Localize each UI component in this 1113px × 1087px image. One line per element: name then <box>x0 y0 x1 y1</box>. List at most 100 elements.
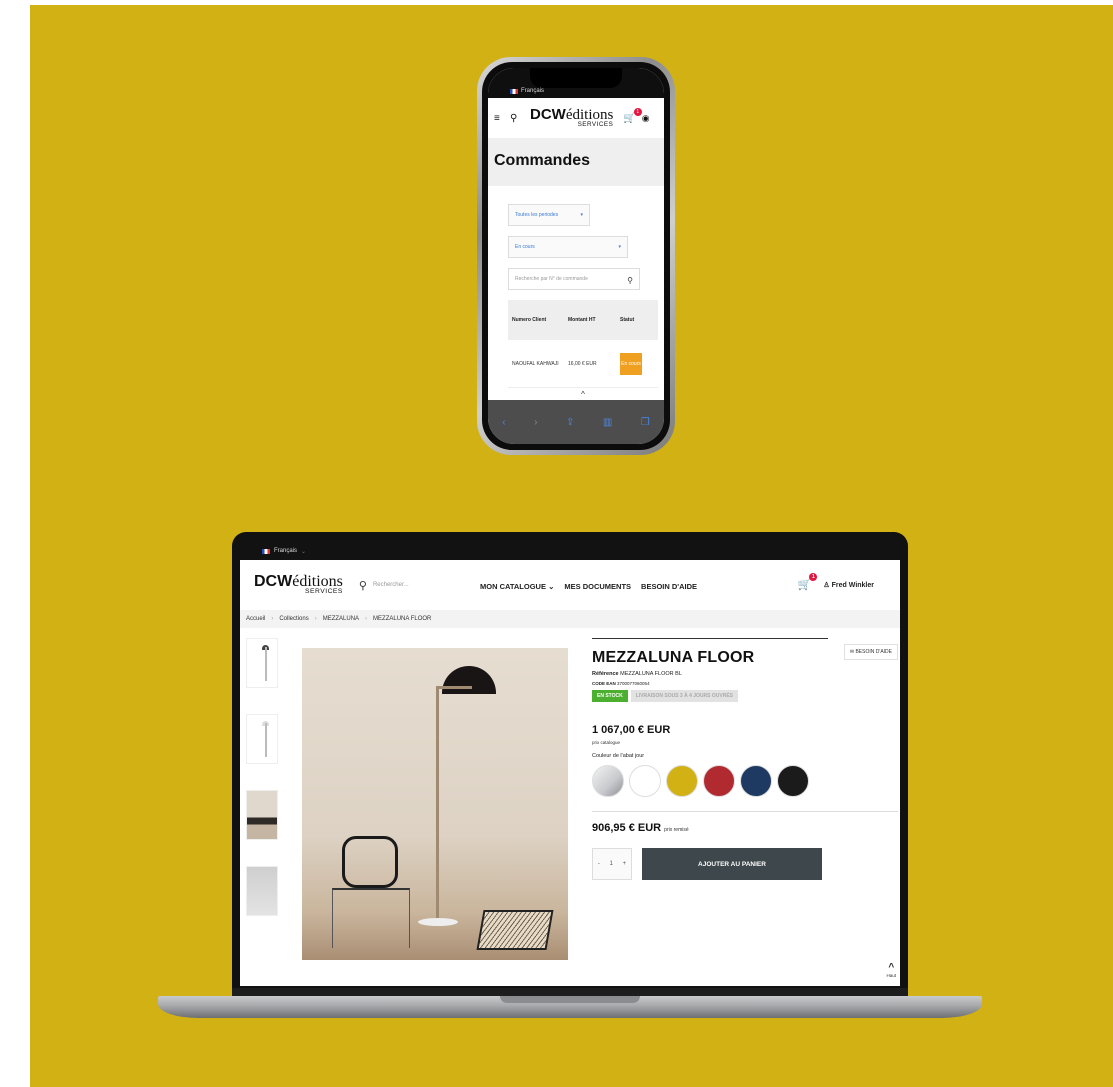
chevron-up-icon: ^ <box>581 390 585 399</box>
lamp-pole-icon <box>265 647 267 681</box>
product-ean: CODE EAN 3700077060054 <box>592 681 898 686</box>
back-to-top-button[interactable]: ^ Haut <box>886 962 896 978</box>
laptop-notch <box>500 996 640 1003</box>
search-placeholder: Rechercher... <box>372 582 409 588</box>
plus-icon[interactable]: + <box>623 861 627 867</box>
bookmarks-icon[interactable]: ▥ <box>603 417 612 428</box>
product-reference: Référence MEZZALUNA FLOOR BL <box>592 671 898 677</box>
color-swatch-yellow[interactable] <box>666 765 698 797</box>
search-placeholder: Recherche par N° de commande <box>515 276 588 282</box>
delivery-badge: LIVRAISON SOUS 3 À 4 JOURS OUVRÉS <box>630 690 738 702</box>
forward-arrow-icon[interactable]: › <box>534 417 537 428</box>
net-price: 906,95 € EUR prix remisé <box>592 822 898 834</box>
cart-icon[interactable]: 🛒 1 <box>798 573 818 591</box>
add-to-cart-button[interactable]: AJOUTER AU PANIER <box>642 848 822 880</box>
header-actions: 🛒 1 ♙ Fred Winkler <box>798 573 874 591</box>
phone-header: ≡ ⚲ DCWéditions SERVICES 🛒 1 ◉ <box>488 98 664 138</box>
french-flag-icon <box>510 88 518 94</box>
catalogue-price: 1 067,00 € EUR <box>592 724 671 736</box>
back-arrow-icon[interactable]: ‹ <box>502 417 505 428</box>
availability-tags: EN STOCK LIVRAISON SOUS 3 À 4 JOURS OUVR… <box>592 690 898 702</box>
breadcrumb-current: MEZZALUNA FLOOR <box>373 616 432 622</box>
phone-status-bar: Français <box>488 68 664 98</box>
breadcrumb-collections[interactable]: Collections <box>279 616 308 622</box>
laptop-device: Français ⌄ DCWéditions SERVICES ⚲ Recher… <box>232 532 908 996</box>
search-icon[interactable]: ⚲ <box>627 276 633 285</box>
page-title-bar: Commandes <box>488 138 664 186</box>
title-rule <box>592 638 828 639</box>
status-badge: En cours <box>620 352 642 375</box>
chair-frame <box>332 888 410 948</box>
ean-value: 3700077060054 <box>617 681 650 686</box>
phone-notch <box>530 68 622 88</box>
site-logo[interactable]: DCWéditions SERVICES <box>254 574 343 596</box>
nav-help[interactable]: BESOIN D'AIDE <box>641 582 697 591</box>
orders-body: Toutes les periodes ▾ En cours ▾ Recherc… <box>488 186 664 404</box>
net-price-note: prix remisé <box>664 827 689 833</box>
status-filter[interactable]: En cours ▾ <box>508 236 628 258</box>
laptop-screen: Français ⌄ DCWéditions SERVICES ⚲ Recher… <box>240 542 900 986</box>
breadcrumb-home[interactable]: Accueil <box>246 616 265 622</box>
catalogue-price-note: prix catalogue <box>592 740 621 745</box>
tabs-icon[interactable]: ❐ <box>641 417 650 428</box>
site-header: DCWéditions SERVICES ⚲ Rechercher... MON… <box>240 560 900 610</box>
chevron-down-icon: ▾ <box>580 212 583 218</box>
product-thumbnail[interactable] <box>246 866 278 916</box>
color-swatch-red[interactable] <box>703 765 735 797</box>
language-selector[interactable]: Français <box>274 548 297 554</box>
cell-client: NAOUFAL KAHWAJI <box>512 360 559 367</box>
help-button-label: BESOIN D'AIDE <box>855 649 892 655</box>
product-thumbnail[interactable] <box>246 638 278 688</box>
main-nav: MON CATALOGUE ⌄ MES DOCUMENTS BESOIN D'A… <box>480 582 697 591</box>
site-logo[interactable]: DCWéditions SERVICES <box>530 107 613 128</box>
chevron-down-icon: ▾ <box>618 244 621 250</box>
lamp-base <box>418 918 458 926</box>
product-thumbnails <box>246 638 280 942</box>
user-menu[interactable]: ♙ Fred Winkler <box>823 581 874 589</box>
color-swatch-black[interactable] <box>777 765 809 797</box>
user-icon[interactable]: ◉ <box>642 113 652 124</box>
minus-icon[interactable]: - <box>598 861 600 867</box>
status-filter-value: En cours <box>515 244 535 250</box>
color-swatch-white[interactable] <box>629 765 661 797</box>
breadcrumb-collection[interactable]: MEZZALUNA <box>323 616 359 622</box>
divider <box>592 811 898 812</box>
menu-icon[interactable]: ≡ <box>494 113 504 124</box>
stool <box>476 910 554 950</box>
chair-back <box>342 836 398 888</box>
product-thumbnail[interactable] <box>246 714 278 764</box>
color-swatch-grey[interactable] <box>592 765 624 797</box>
search-icon[interactable]: ⚲ <box>359 579 367 592</box>
color-label: Couleur de l'abat jour <box>592 753 645 759</box>
french-flag-icon <box>262 548 270 554</box>
color-swatches <box>592 765 898 797</box>
table-row[interactable]: NAOUFAL KAHWAJI 16,00 € EUR En cours <box>508 340 658 388</box>
product-thumbnail[interactable] <box>246 790 278 840</box>
cell-amount: 16,00 € EUR <box>568 360 597 367</box>
period-filter[interactable]: Toutes les periodes ▾ <box>508 204 590 226</box>
breadcrumb-separator: › <box>271 616 274 622</box>
share-icon[interactable]: ⇪ <box>566 417 574 428</box>
lamp-pole-icon <box>265 723 267 757</box>
help-button[interactable]: ✉ BESOIN D'AIDE <box>843 644 898 660</box>
breadcrumb: Accueil › Collections › MEZZALUNA › MEZZALU… <box>240 610 900 628</box>
buy-row: - 1 + AJOUTER AU PANIER <box>592 848 898 880</box>
phone-device: Français ≡ ⚲ DCWéditions SERVICES 🛒 1 ◉ C… <box>477 57 675 455</box>
column-header-amount: Montant HT <box>568 317 596 323</box>
language-selector[interactable]: Français <box>510 88 544 94</box>
search-icon[interactable]: ⚲ <box>510 113 520 124</box>
page-title: Commandes <box>494 152 591 169</box>
product-main-image <box>302 648 568 960</box>
mail-icon: ✉ <box>849 649 855 655</box>
table-header: Numero Client Montant HT Statut <box>508 300 658 340</box>
cart-icon[interactable]: 🛒 1 <box>623 107 642 124</box>
order-search-input[interactable]: Recherche par N° de commande ⚲ <box>508 268 640 290</box>
nav-catalogue[interactable]: MON CATALOGUE ⌄ <box>480 582 554 591</box>
nav-documents[interactable]: MES DOCUMENTS <box>564 582 631 591</box>
column-header-client: Numero Client <box>512 317 547 323</box>
nav-catalogue-label: MON CATALOGUE <box>480 582 546 591</box>
color-swatch-blue[interactable] <box>740 765 772 797</box>
search-input[interactable]: ⚲ Rechercher... <box>359 579 409 592</box>
quantity-stepper[interactable]: - 1 + <box>592 848 632 880</box>
logo-bold: DCW <box>254 573 293 591</box>
